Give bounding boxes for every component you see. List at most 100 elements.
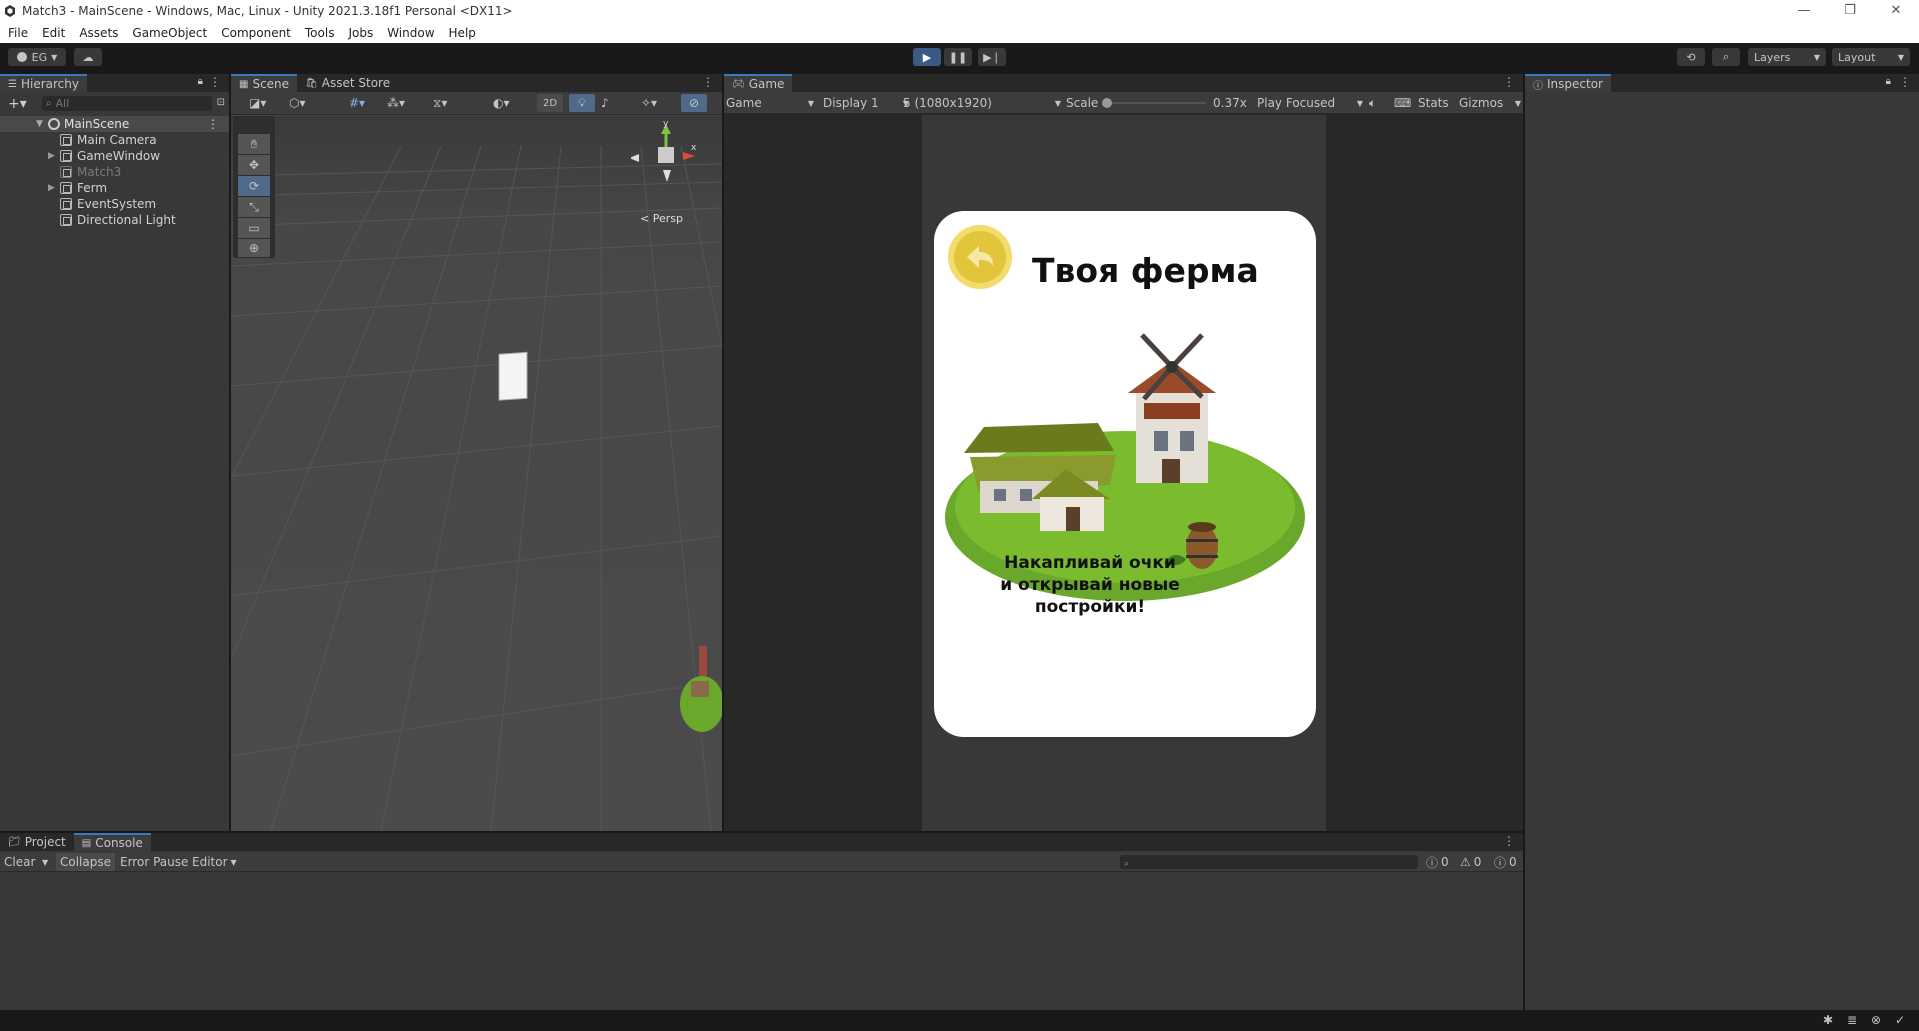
game-view-dropdown[interactable]: Game ▼ xyxy=(726,94,814,112)
menu-file[interactable]: File xyxy=(0,26,34,40)
menu-gameobject[interactable]: GameObject xyxy=(124,26,213,40)
move-tool-icon[interactable]: ✥ xyxy=(238,155,270,175)
menu-tools[interactable]: Tools xyxy=(297,26,341,40)
lock-icon[interactable]: 🔒︎ xyxy=(198,76,203,87)
network-icon[interactable]: ⊗ xyxy=(1871,1013,1881,1027)
console-toolbar: Clear ▼ Collapse Error Pause Editor ▼ ⌕ ⓘ… xyxy=(0,852,1523,872)
layout-dropdown[interactable]: Layout ▼ xyxy=(1832,48,1910,66)
kebab-menu-icon[interactable]: ⋮ xyxy=(207,117,219,131)
hierarchy-item-label: Ferm xyxy=(77,181,108,195)
audio-icon[interactable]: ♪ xyxy=(601,94,609,112)
error-count-toggle[interactable]: ⓘ 0 xyxy=(1494,853,1517,871)
display-dropdown[interactable]: Display 1 ▼ xyxy=(823,94,909,112)
visibility-icon[interactable]: ⊘ xyxy=(681,94,707,112)
tab-game[interactable]: 🎮︎ Game xyxy=(724,74,793,92)
menu-jobs[interactable]: Jobs xyxy=(340,26,379,40)
scale-slider-handle[interactable] xyxy=(1102,98,1112,108)
pause-button[interactable]: ❚❚ xyxy=(944,48,972,66)
persp-label[interactable]: < Persp xyxy=(640,212,683,225)
snap-icon[interactable]: ⁂▾ xyxy=(387,94,405,112)
chevron-down-icon: ▼ xyxy=(1514,98,1521,108)
rect-tool-icon[interactable]: ▭ xyxy=(238,218,270,238)
collapse-button[interactable]: Collapse xyxy=(56,853,115,871)
cloud-icon: ☁ xyxy=(82,50,94,64)
add-icon[interactable]: +▾ xyxy=(8,96,27,112)
cloud-button[interactable]: ☁ xyxy=(74,48,102,66)
menu-edit[interactable]: Edit xyxy=(34,26,71,40)
orientation-gizmo[interactable]: y x xyxy=(631,120,701,190)
kebab-menu-icon[interactable]: ⋮ xyxy=(1899,75,1911,89)
tab-scene[interactable]: ▦ Scene xyxy=(231,74,298,92)
kebab-menu-icon[interactable]: ⋮ xyxy=(209,75,221,89)
hierarchy-item[interactable]: Main Camera xyxy=(0,132,157,148)
orientation-icon[interactable]: ◐▾ xyxy=(493,94,510,112)
filter-icon[interactable]: ⊡ xyxy=(217,97,225,108)
stats-button[interactable]: Stats xyxy=(1418,94,1449,112)
play-mode-dropdown[interactable]: Play Focused ▼ xyxy=(1257,94,1363,112)
lighting-icon[interactable]: 💡︎ xyxy=(569,94,595,112)
undo-history-button[interactable]: ⟲ xyxy=(1677,48,1705,66)
tab-asset-store[interactable]: 🛍︎ Asset Store xyxy=(297,74,398,92)
close-button[interactable]: ✕ xyxy=(1873,0,1919,22)
search-button[interactable]: ⌕ xyxy=(1712,48,1740,66)
draw-mode-icon[interactable]: ◪▾ xyxy=(249,94,266,112)
info-count-toggle[interactable]: ⓘ 0 xyxy=(1426,853,1449,871)
kebab-menu-icon[interactable]: ⋮ xyxy=(1503,834,1515,848)
minimize-button[interactable]: — xyxy=(1781,0,1827,22)
back-button-inner xyxy=(954,231,1006,283)
resolution-dropdown[interactable]: 5 (1080x1920) ▼ xyxy=(903,94,1061,112)
tool-palette: ✋︎ ✥ ⟳ ⤡ ▭ ⊕ xyxy=(233,116,275,258)
chevron-down-icon[interactable]: ▼ xyxy=(42,853,48,871)
rotate-tool-icon[interactable]: ⟳ xyxy=(238,176,270,196)
scale-tool-icon[interactable]: ⤡ xyxy=(238,197,270,217)
game-tabbar: 🎮︎ Game ⋮ xyxy=(724,74,1523,92)
hierarchy-item[interactable]: Match3 xyxy=(0,164,121,180)
account-dropdown[interactable]: EG ▼ xyxy=(8,48,66,66)
database-icon[interactable]: ≣ xyxy=(1847,1013,1857,1027)
menu-window[interactable]: Window xyxy=(379,26,440,40)
kebab-menu-icon[interactable]: ⋮ xyxy=(702,75,714,89)
hierarchy-item[interactable]: EventSystem xyxy=(0,196,156,212)
tab-inspector-label: Inspector xyxy=(1547,77,1603,91)
bug-icon[interactable]: ✱ xyxy=(1823,1013,1833,1027)
menu-help[interactable]: Help xyxy=(441,26,482,40)
transform-tool-icon[interactable]: ⊕ xyxy=(238,239,270,257)
gizmos-dropdown[interactable]: Gizmos ▼ xyxy=(1459,94,1521,112)
error-pause-button[interactable]: Error Pause xyxy=(120,853,188,871)
tab-project[interactable]: 📁︎ Project xyxy=(0,833,74,851)
editor-dropdown[interactable]: Editor ▼ xyxy=(192,853,237,871)
layers-dropdown[interactable]: Layers ▼ xyxy=(1748,48,1826,66)
2d-toggle-button[interactable]: 2D xyxy=(537,94,563,112)
warning-count-toggle[interactable]: ⚠ 0 xyxy=(1460,853,1481,871)
grid-snap-icon[interactable]: #▾ xyxy=(349,94,365,112)
lock-icon[interactable]: 🔒︎ xyxy=(1886,76,1891,87)
menu-component[interactable]: Component xyxy=(213,26,297,40)
tab-inspector[interactable]: ⓘ Inspector xyxy=(1525,74,1611,92)
game-viewport[interactable]: Твоя ферма Накапливай очки и открывай но… xyxy=(922,115,1326,831)
effects-icon[interactable]: ✧▾ xyxy=(641,94,657,112)
hierarchy-item[interactable]: ▶ GameWindow xyxy=(0,148,160,164)
check-circle-icon[interactable]: ✓ xyxy=(1895,1013,1905,1027)
hierarchy-scene-row[interactable]: ▼ MainScene ⋮ xyxy=(0,116,229,132)
hierarchy-item[interactable]: ▶ Ferm xyxy=(0,180,107,196)
maximize-button[interactable]: ❐ xyxy=(1827,0,1873,22)
increment-icon[interactable]: ⧖▾ xyxy=(433,94,447,112)
scale-slider[interactable] xyxy=(1102,98,1206,108)
hierarchy-search-input[interactable] xyxy=(55,97,176,110)
keyboard-icon[interactable]: ⌨ xyxy=(1394,94,1411,112)
step-button[interactable]: ▶❘ xyxy=(978,48,1006,66)
shading-icon[interactable]: ⬡▾ xyxy=(289,94,306,112)
folder-icon: 📁︎ xyxy=(8,836,21,848)
clear-button[interactable]: Clear xyxy=(4,853,35,871)
tab-console[interactable]: ▤ Console xyxy=(73,833,151,851)
play-button[interactable]: ▶ xyxy=(913,48,941,66)
kebab-menu-icon[interactable]: ⋮ xyxy=(1503,75,1515,89)
hierarchy-item[interactable]: Directional Light xyxy=(0,212,176,228)
console-search-input[interactable]: ⌕ xyxy=(1120,855,1418,869)
mute-audio-icon[interactable]: 🔈︎ xyxy=(1369,94,1376,112)
back-button[interactable] xyxy=(948,225,1012,289)
tab-hierarchy[interactable]: ☰ Hierarchy xyxy=(0,74,87,92)
hand-tool-icon[interactable]: ✋︎ xyxy=(238,134,270,154)
menu-assets[interactable]: Assets xyxy=(71,26,124,40)
scene-viewport[interactable]: ✋︎ ✥ ⟳ ⤡ ▭ ⊕ y x < Persp xyxy=(231,116,722,831)
